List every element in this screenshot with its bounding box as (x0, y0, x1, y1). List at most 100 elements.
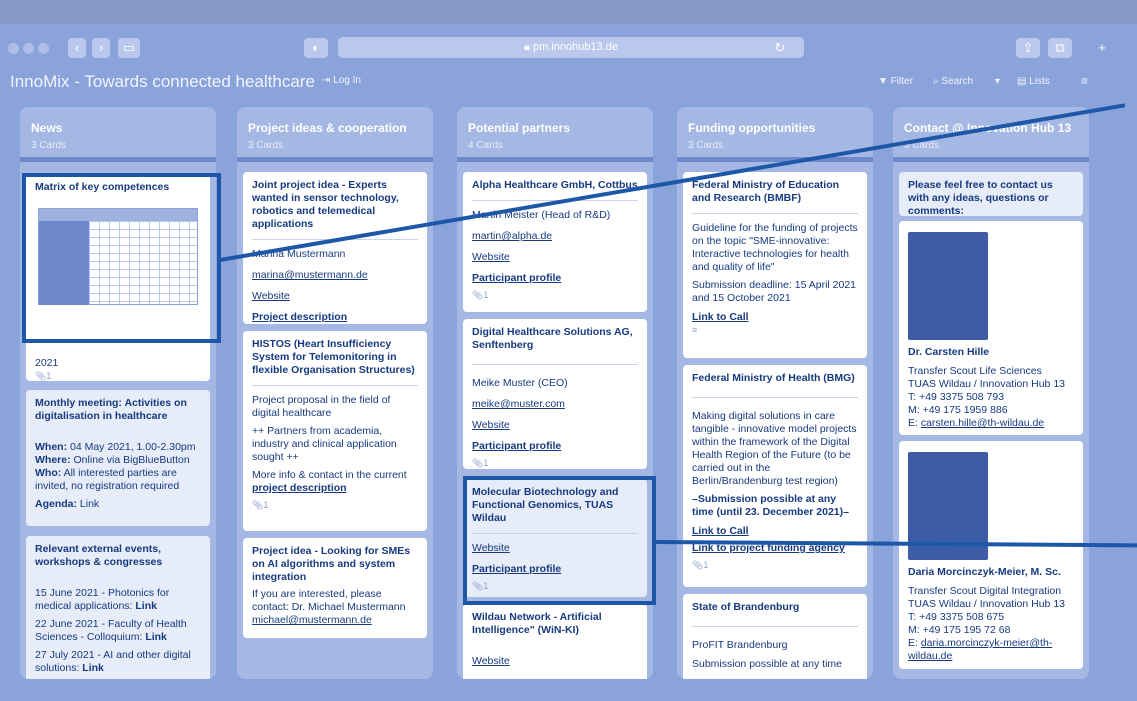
card-bmg[interactable]: Federal Ministry of Health (BMG) Making … (683, 365, 867, 587)
card-text-2: ++ Partners from academia, industry and … (252, 425, 397, 463)
card-monthly-meeting[interactable]: Monthly meeting: Activities on digitalis… (26, 390, 210, 526)
contact-phone: T: +49 3375 508 793 (908, 391, 1005, 403)
card-external-events[interactable]: Relevant external events, workshops & co… (26, 536, 210, 679)
website-link[interactable]: Website (472, 419, 638, 432)
portrait-carsten-hille (908, 232, 988, 340)
link-to-call[interactable]: Link to Call (692, 311, 858, 324)
contact-role: Transfer Scout Digital Integration (908, 585, 1062, 597)
tabs-button[interactable]: ⧉ (1048, 38, 1072, 58)
forward-button[interactable]: › (92, 38, 110, 58)
card-contact-intro[interactable]: Please feel free to contact us with any … (899, 172, 1083, 216)
contact-mobile: M: +49 175 195 72 68 (908, 624, 1011, 636)
contact-mobile: M: +49 175 1959 886 (908, 404, 1008, 416)
description-icon: ≡ (692, 325, 698, 335)
card-text-1: ProFIT Brandenburg (692, 639, 788, 651)
login-label: Log In (333, 75, 361, 86)
website-link[interactable]: Website (472, 655, 638, 668)
participant-profile-link[interactable]: Participant profile (472, 272, 638, 285)
paperclip-icon: 📎︎1 (472, 290, 489, 300)
website-link[interactable]: Website (472, 251, 638, 264)
tabs-icon: ⧉ (1055, 40, 1065, 55)
card-text-1: Project proposal in the field of digital… (252, 394, 391, 419)
contact-phone: T: +49 3375 508 675 (908, 611, 1005, 623)
project-description-link[interactable]: Project description (252, 311, 418, 324)
back-button[interactable]: ‹ (68, 38, 86, 58)
card-joint-project[interactable]: Joint project idea - Experts wanted in s… (243, 172, 427, 324)
chevron-left-icon: ‹ (74, 40, 80, 55)
new-tab-button[interactable]: + (1094, 38, 1110, 58)
lists-label: Lists (1029, 76, 1050, 87)
email-link[interactable]: meike@muster.com (472, 398, 638, 411)
contact-name: Dr. Carsten Hille (908, 346, 990, 358)
project-description-link[interactable]: project description (252, 482, 347, 494)
menu-button[interactable]: ≡ (1081, 74, 1088, 88)
list-contact: Contact @ Innovation Hub 13 3 Cards Plea… (893, 107, 1089, 679)
login-button[interactable]: ⇥ Log In (322, 75, 361, 86)
board-title: InnoMix - Towards connected healthcare (10, 72, 315, 91)
paperclip-icon: 📎︎1 (472, 458, 489, 468)
list-divider (20, 157, 216, 162)
reload-button[interactable]: ↻ (770, 38, 790, 58)
list-title: Project ideas & cooperation (248, 121, 407, 135)
email-link[interactable]: marina@mustermann.de (252, 269, 418, 282)
list-title: Contact @ Innovation Hub 13 (893, 107, 1089, 135)
card-title: Digital Healthcare Solutions AG, Senften… (472, 326, 633, 351)
link-to-call[interactable]: Link to Call (692, 525, 858, 538)
card-title: HISTOS (Heart Insufficiency System for T… (252, 338, 415, 376)
lists-button[interactable]: ▤ Lists (1017, 76, 1050, 87)
email-link[interactable]: daria.morcinczyk-meier@th-wildau.de (908, 637, 1052, 662)
email-link[interactable]: martin@alpha.de (472, 230, 638, 243)
chevron-right-icon: › (98, 40, 104, 55)
sidebar-button[interactable]: ▭ (118, 38, 140, 58)
filter-button[interactable]: ▼ Filter (878, 76, 913, 87)
card-title: Joint project idea - Experts wanted in s… (252, 179, 399, 230)
contact-role: Transfer Scout Life Sciences (908, 365, 1042, 377)
event-3: 27 July 2021 - AI and other digital solu… (35, 649, 191, 674)
agenda-link[interactable]: Link (80, 498, 99, 510)
card-brandenburg[interactable]: State of Brandenburg ProFIT Brandenburg … (683, 594, 867, 679)
highlight-frame-partner (463, 476, 656, 605)
filter-icon: ▼ (878, 76, 888, 87)
list-title: Potential partners (468, 121, 571, 135)
card-bmbf[interactable]: Federal Ministry of Education and Resear… (683, 172, 867, 358)
email-link[interactable]: carsten.hille@th-wildau.de (921, 417, 1044, 429)
card-title: Project idea - Looking for SMEs on AI al… (252, 545, 411, 583)
window-minimize-dot[interactable] (23, 43, 34, 54)
card-daria-morcinczyk-meier[interactable]: Daria Morcinczyk-Meier, M. Sc. Transfer … (899, 441, 1083, 669)
list-funding: Funding opportunities 3 Cards Federal Mi… (677, 107, 873, 679)
where-value: Online via BigBlueButton (73, 454, 190, 466)
card-wildau-network[interactable]: Wildau Network - Artificial Intelligence… (463, 604, 647, 679)
event-1-link[interactable]: Link (135, 600, 157, 612)
card-carsten-hille[interactable]: Dr. Carsten Hille Transfer Scout Life Sc… (899, 221, 1083, 435)
privacy-button[interactable]: ◐ (304, 38, 328, 58)
website-link[interactable]: Website (252, 290, 418, 303)
card-histos[interactable]: HISTOS (Heart Insufficiency System for T… (243, 331, 427, 531)
email-link[interactable]: michael@mustermann.de (252, 614, 418, 627)
address-bar[interactable]: 🔒︎ pm.innohub13.de (338, 37, 804, 58)
when-value: 04 May 2021, 1.00-2.30pm (70, 441, 196, 453)
window-close-dot[interactable] (8, 43, 19, 54)
list-project-ideas: Project ideas & cooperation 3 Cards Join… (237, 107, 433, 679)
view-dropdown[interactable]: ▾ (995, 76, 1000, 87)
email-label: E: (908, 417, 918, 429)
event-3-link[interactable]: Link (82, 662, 104, 674)
filter-label: Filter (890, 76, 913, 87)
share-button[interactable]: ⇪ (1016, 38, 1040, 58)
list-title: News (31, 121, 63, 135)
search-icon: ⌕ (933, 76, 939, 87)
event-2-link[interactable]: Link (145, 631, 167, 643)
card-title: Federal Ministry of Health (BMG) (692, 372, 855, 384)
card-title: Monthly meeting: Activities on digitalis… (35, 397, 187, 422)
card-ai-smes[interactable]: Project idea - Looking for SMEs on AI al… (243, 538, 427, 638)
card-digital-healthcare[interactable]: Digital Healthcare Solutions AG, Senften… (463, 319, 647, 469)
search-button[interactable]: ⌕ Search (933, 76, 973, 87)
caret-down-icon: ▾ (995, 76, 1001, 87)
window-zoom-dot[interactable] (38, 43, 49, 54)
where-label: Where: (35, 454, 71, 466)
card-title: Relevant external events, workshops & co… (35, 543, 163, 568)
paperclip-icon: 📎︎1 (35, 371, 52, 381)
participant-profile-link[interactable]: Participant profile (472, 440, 638, 453)
shield-icon: ◐ (312, 40, 320, 55)
list-card-count: 3 Cards (248, 140, 284, 151)
login-icon: ⇥ (322, 75, 331, 86)
